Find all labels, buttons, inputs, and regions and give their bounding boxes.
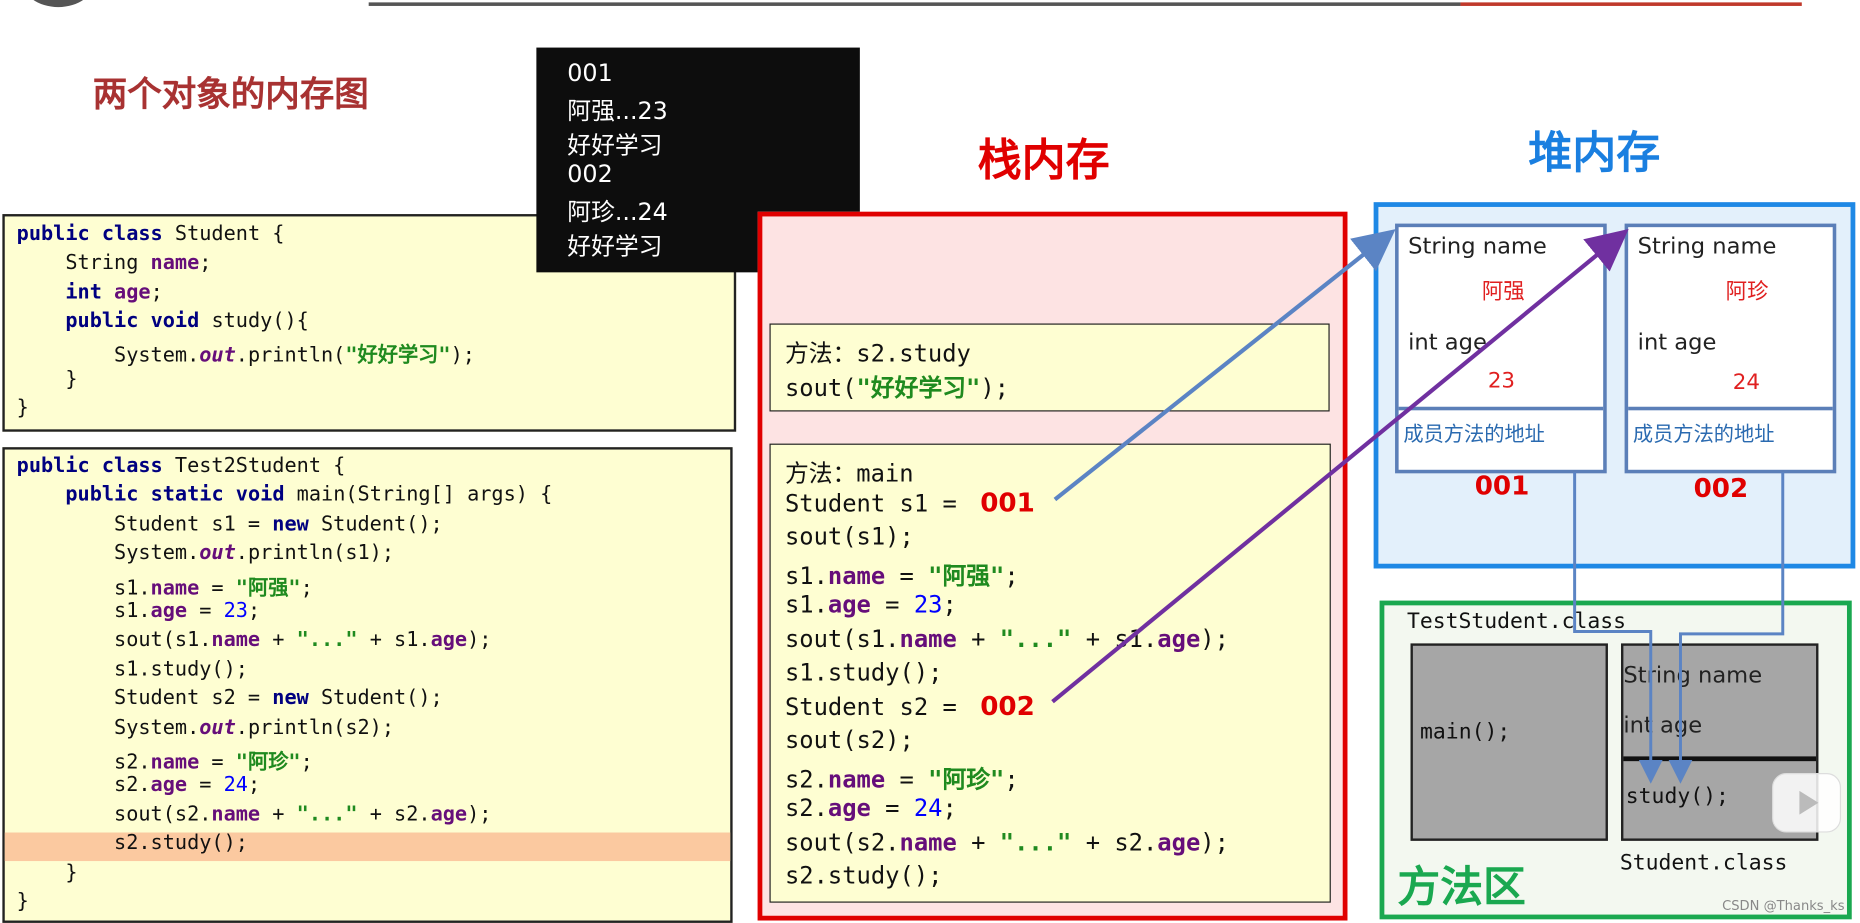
reference-arrows [1051,229,1785,784]
video-play-icon[interactable] [1772,773,1842,833]
s1-reference-arrow [1053,229,1396,502]
s2-reference-arrow [1051,229,1629,704]
watermark: CSDN @Thanks_ks [1722,897,1845,914]
method-link-002 [1668,472,1785,784]
method-link-001 [1573,472,1663,784]
